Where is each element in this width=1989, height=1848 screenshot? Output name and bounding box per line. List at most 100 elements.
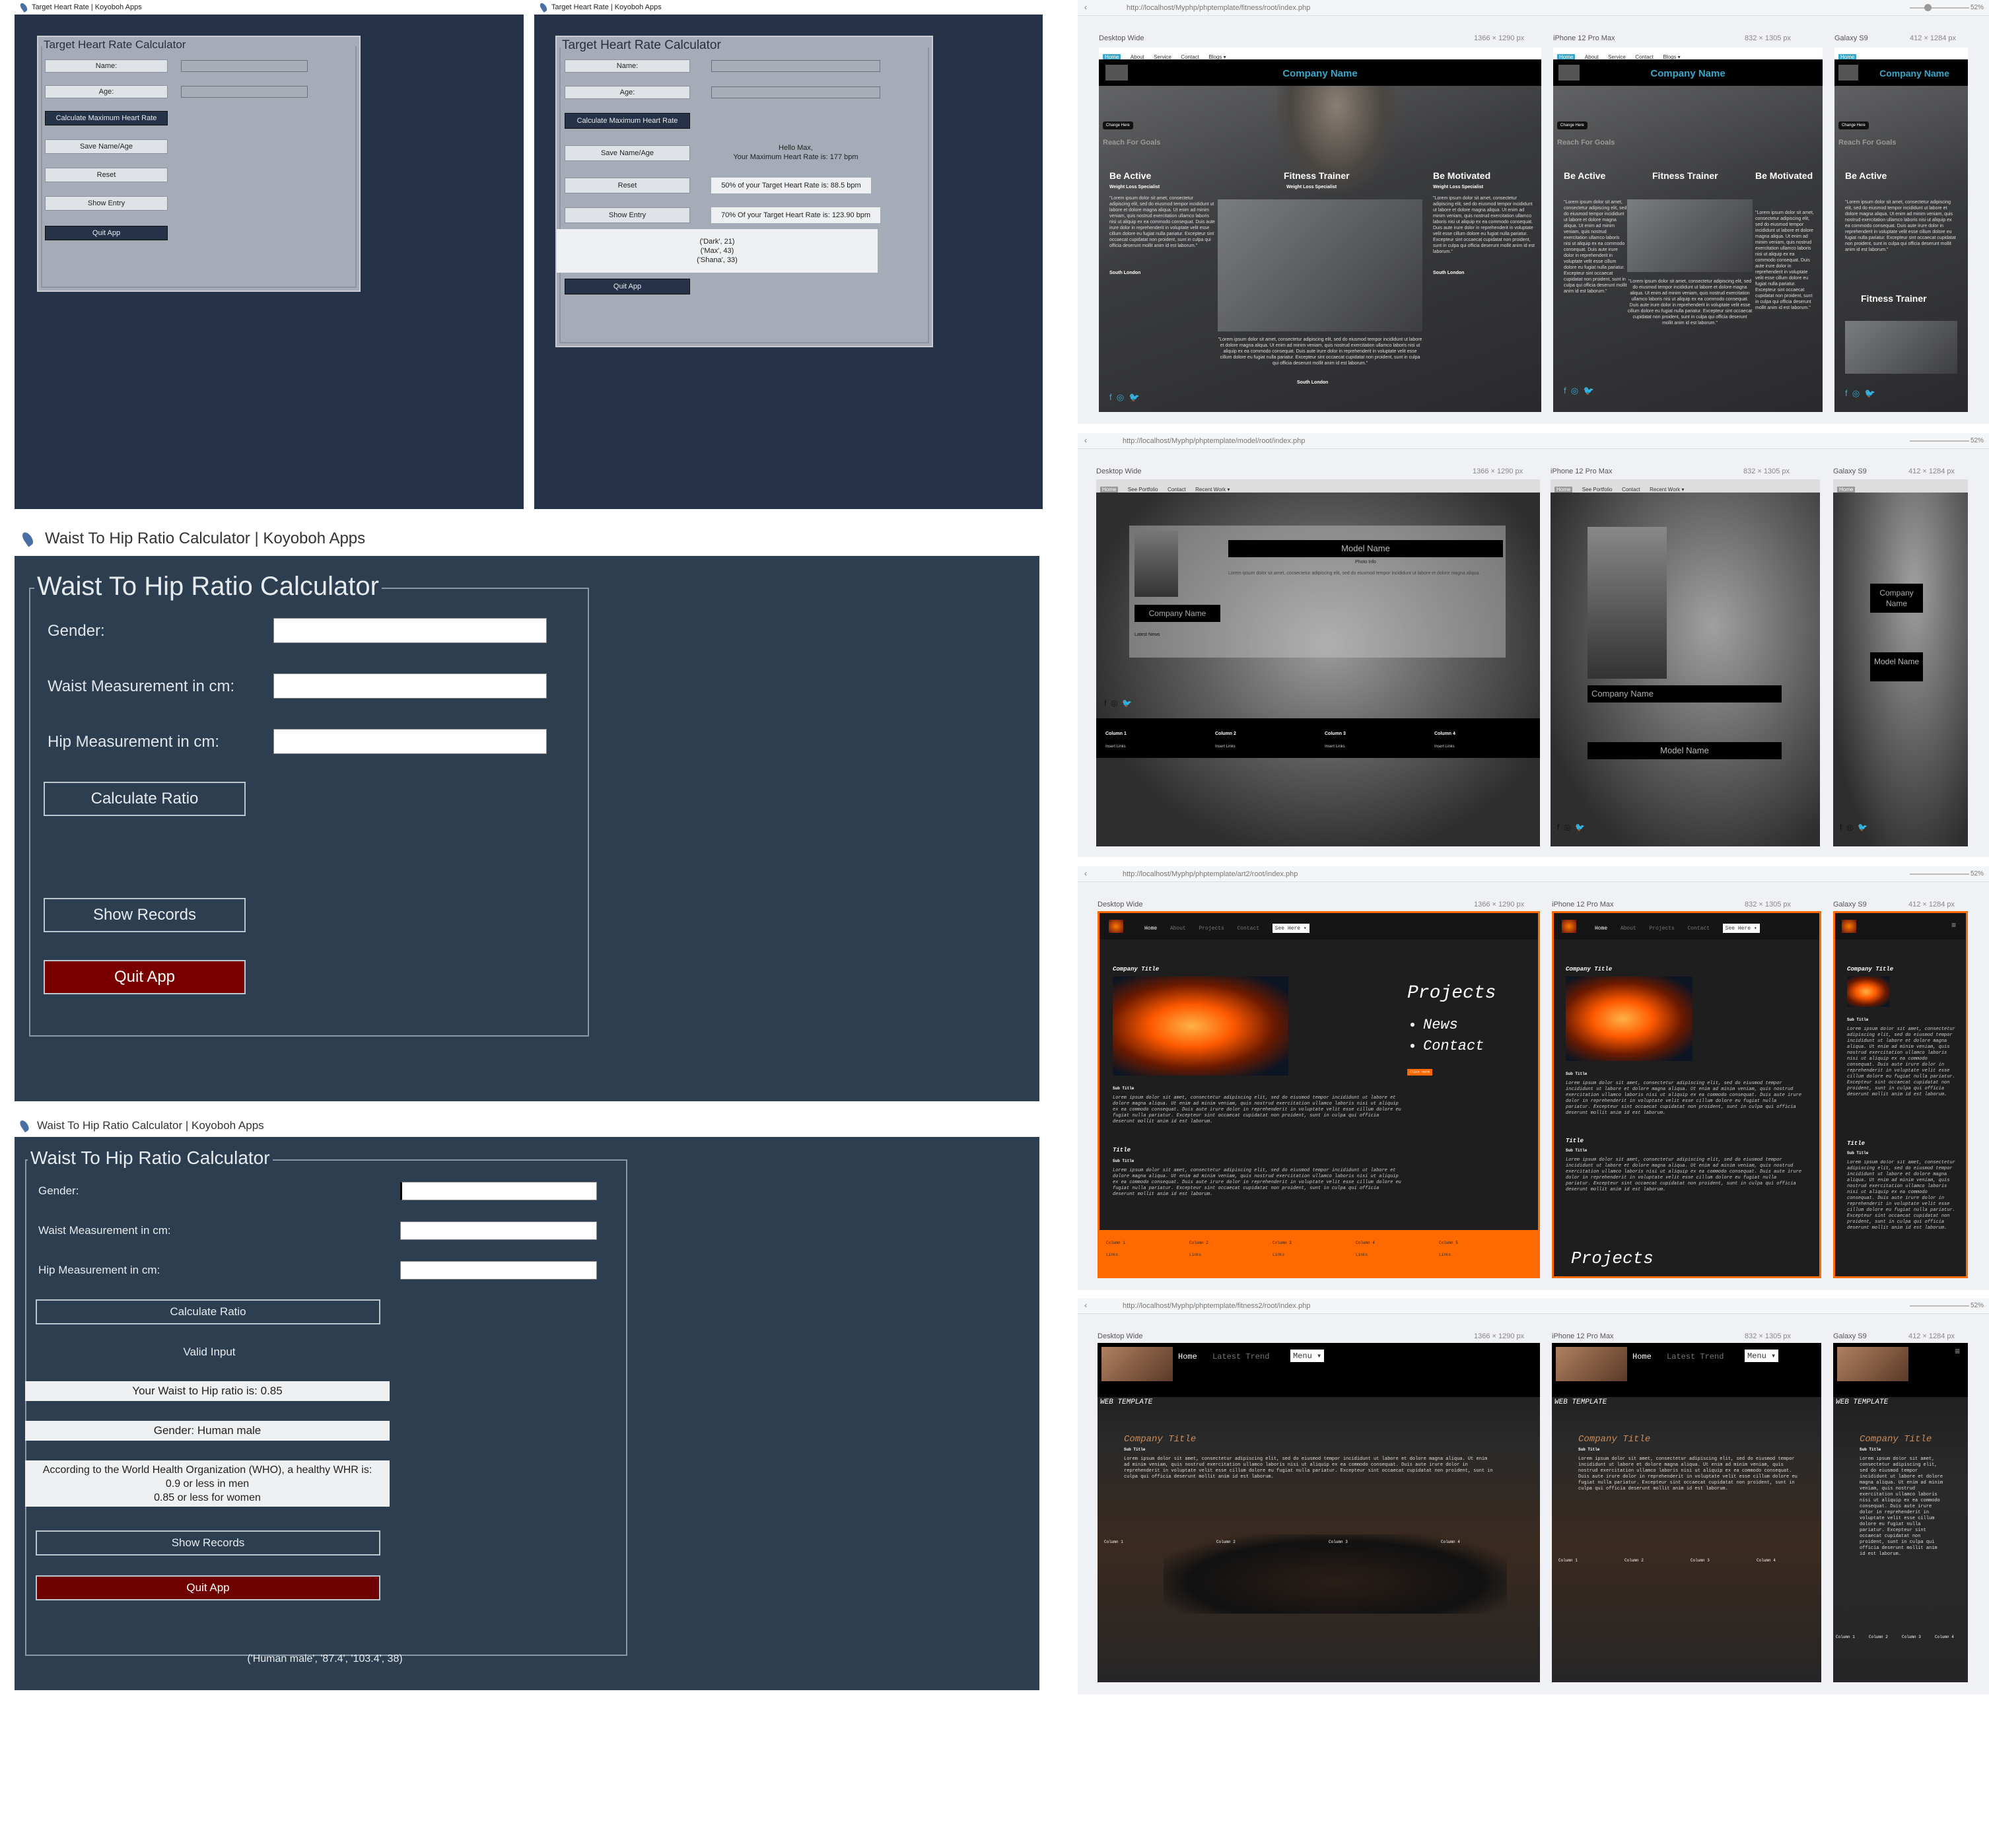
nav-projects[interactable]: Projects [1199,926,1224,932]
change-button[interactable]: Change Here [1838,121,1869,129]
nav-latest[interactable]: Latest Trend [1212,1352,1269,1361]
instagram-icon[interactable]: ◎ [1111,699,1117,708]
footer-link[interactable]: Insert Links [1215,745,1236,749]
quit-app-button[interactable]: Quit App [565,279,690,294]
url-field[interactable]: http://localhost/Myphp/phptemplate/fitne… [1127,4,1310,12]
quit-app-button[interactable]: Quit App [36,1575,380,1600]
url-field[interactable]: http://localhost/Myphp/phptemplate/model… [1123,437,1305,445]
nav-home[interactable]: Home [1632,1352,1652,1361]
footer-link[interactable]: Insert Links [1325,745,1345,749]
back-icon[interactable]: ‹ [1084,436,1087,445]
back-icon[interactable]: ‹ [1084,869,1087,878]
calculate-max-heart-rate-button[interactable]: Calculate Maximum Heart Rate [565,113,690,129]
click-button[interactable]: Click Here [1407,1069,1433,1076]
twitter-icon[interactable]: 🐦 [1575,823,1585,832]
nav-contact[interactable]: Contact [1687,926,1710,932]
zoom-slider[interactable] [1910,440,1969,442]
nav-see-here[interactable]: See Here ▾ [1272,924,1309,933]
waist-input[interactable] [273,673,547,699]
quit-app-button[interactable]: Quit App [44,960,246,994]
twitter-icon[interactable]: 🐦 [1129,392,1139,402]
show-entry-button[interactable]: Show Entry [565,207,690,223]
nav-latest[interactable]: Latest Trend [1667,1352,1724,1361]
facebook-icon[interactable]: f [1845,388,1848,398]
nav-home[interactable]: Home [1178,1352,1197,1361]
back-icon[interactable]: ‹ [1084,3,1087,12]
quit-app-button[interactable]: Quit App [45,226,168,240]
nav-menu[interactable]: Menu ▾ [1745,1350,1779,1362]
nav-see-here[interactable]: See Here ▾ [1722,924,1760,933]
instagram-icon[interactable]: ◎ [1564,823,1570,832]
facebook-icon[interactable]: f [1557,823,1559,832]
age-input[interactable] [181,86,308,98]
name-input[interactable] [181,60,308,72]
footer-link[interactable]: Links [1439,1252,1451,1257]
name-input[interactable] [711,60,880,72]
nav-home[interactable]: Home [1554,487,1573,493]
save-name-age-button[interactable]: Save Name/Age [565,145,690,161]
list-item[interactable]: News [1423,1015,1484,1036]
instagram-icon[interactable]: ◎ [1117,392,1124,402]
url-field[interactable]: http://localhost/Myphp/phptemplate/art2/… [1123,870,1298,878]
facebook-icon[interactable]: f [1109,392,1112,402]
instagram-icon[interactable]: ◎ [1846,823,1853,832]
feather-icon [18,1,29,13]
calculate-ratio-button[interactable]: Calculate Ratio [36,1299,380,1324]
nav-home[interactable]: Home [1595,926,1607,932]
facebook-icon[interactable]: f [1840,823,1842,832]
zoom-slider[interactable] [1910,7,1969,9]
reset-button[interactable]: Reset [565,178,690,193]
nav-contact[interactable]: Contact [1237,926,1259,932]
nav-menu[interactable]: Menu ▾ [1290,1350,1325,1362]
nav-about[interactable]: About [1621,926,1636,932]
nav-contact[interactable]: Contact [1622,487,1640,493]
save-name-age-button[interactable]: Save Name/Age [45,139,168,154]
footer-link[interactable]: Links [1273,1252,1284,1257]
twitter-icon[interactable]: 🐦 [1122,699,1132,708]
footer-link[interactable]: Insert Links [1434,745,1455,749]
calculate-ratio-button[interactable]: Calculate Ratio [44,782,246,816]
gender-input[interactable] [273,618,547,643]
nav-home[interactable]: Home [1144,926,1157,932]
menu-icon[interactable]: ≡ [1951,921,1956,930]
age-input[interactable] [711,86,880,98]
nav-recent-work[interactable]: Recent Work ▾ [1195,487,1230,493]
show-entry-button[interactable]: Show Entry [45,196,168,211]
change-button[interactable]: Change Here [1557,121,1588,129]
footer-link[interactable]: Links [1189,1252,1201,1257]
gender-input[interactable] [400,1182,597,1200]
nav-projects[interactable]: Projects [1649,926,1674,932]
list-item[interactable]: Contact [1423,1036,1484,1057]
twitter-icon[interactable]: 🐦 [1858,823,1867,832]
twitter-icon[interactable]: 🐦 [1864,388,1875,398]
footer-link[interactable]: Insert Links [1105,745,1126,749]
footer-link[interactable]: Links [1106,1252,1118,1257]
menu-icon[interactable]: ≡ [1955,1347,1960,1357]
back-icon[interactable]: ‹ [1084,1301,1087,1310]
change-button[interactable]: Change Here [1103,121,1133,129]
url-field[interactable]: http://localhost/Myphp/phptemplate/fitne… [1123,1302,1310,1310]
nav-about[interactable]: About [1170,926,1186,932]
zoom-slider[interactable] [1910,873,1969,875]
zoom-slider[interactable] [1910,1305,1969,1307]
footer-link[interactable]: Links [1356,1252,1368,1257]
calculate-max-heart-rate-button[interactable]: Calculate Maximum Heart Rate [45,111,168,125]
nav-home[interactable]: Home [1837,487,1856,493]
zoom-knob[interactable] [1924,4,1932,11]
nav-portfolio[interactable]: See Portfolio [1128,487,1158,493]
waist-input[interactable] [400,1221,597,1240]
nav-portfolio[interactable]: See Portfolio [1582,487,1613,493]
show-records-button[interactable]: Show Records [36,1530,380,1556]
facebook-icon[interactable]: f [1104,699,1106,708]
facebook-icon[interactable]: f [1564,386,1566,395]
hip-input[interactable] [400,1261,597,1280]
nav-contact[interactable]: Contact [1168,487,1186,493]
nav-home[interactable]: Home [1100,487,1119,493]
reset-button[interactable]: Reset [45,168,168,182]
hip-input[interactable] [273,729,547,754]
instagram-icon[interactable]: ◎ [1571,386,1578,395]
twitter-icon[interactable]: 🐦 [1583,386,1593,395]
show-records-button[interactable]: Show Records [44,898,246,932]
instagram-icon[interactable]: ◎ [1852,388,1860,398]
nav-recent-work[interactable]: Recent Work ▾ [1650,487,1684,493]
